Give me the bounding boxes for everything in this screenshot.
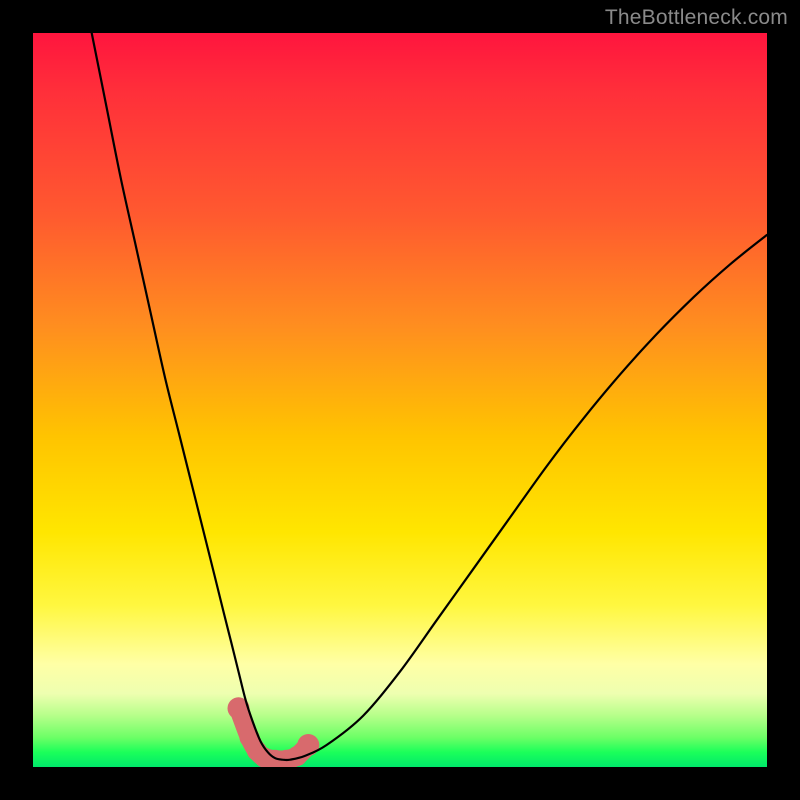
plot-area <box>33 33 767 767</box>
chart-frame: TheBottleneck.com <box>0 0 800 800</box>
bottleneck-curve <box>92 33 767 760</box>
watermark-text: TheBottleneck.com <box>605 6 788 30</box>
chart-svg <box>33 33 767 767</box>
trough-dot <box>297 734 319 756</box>
